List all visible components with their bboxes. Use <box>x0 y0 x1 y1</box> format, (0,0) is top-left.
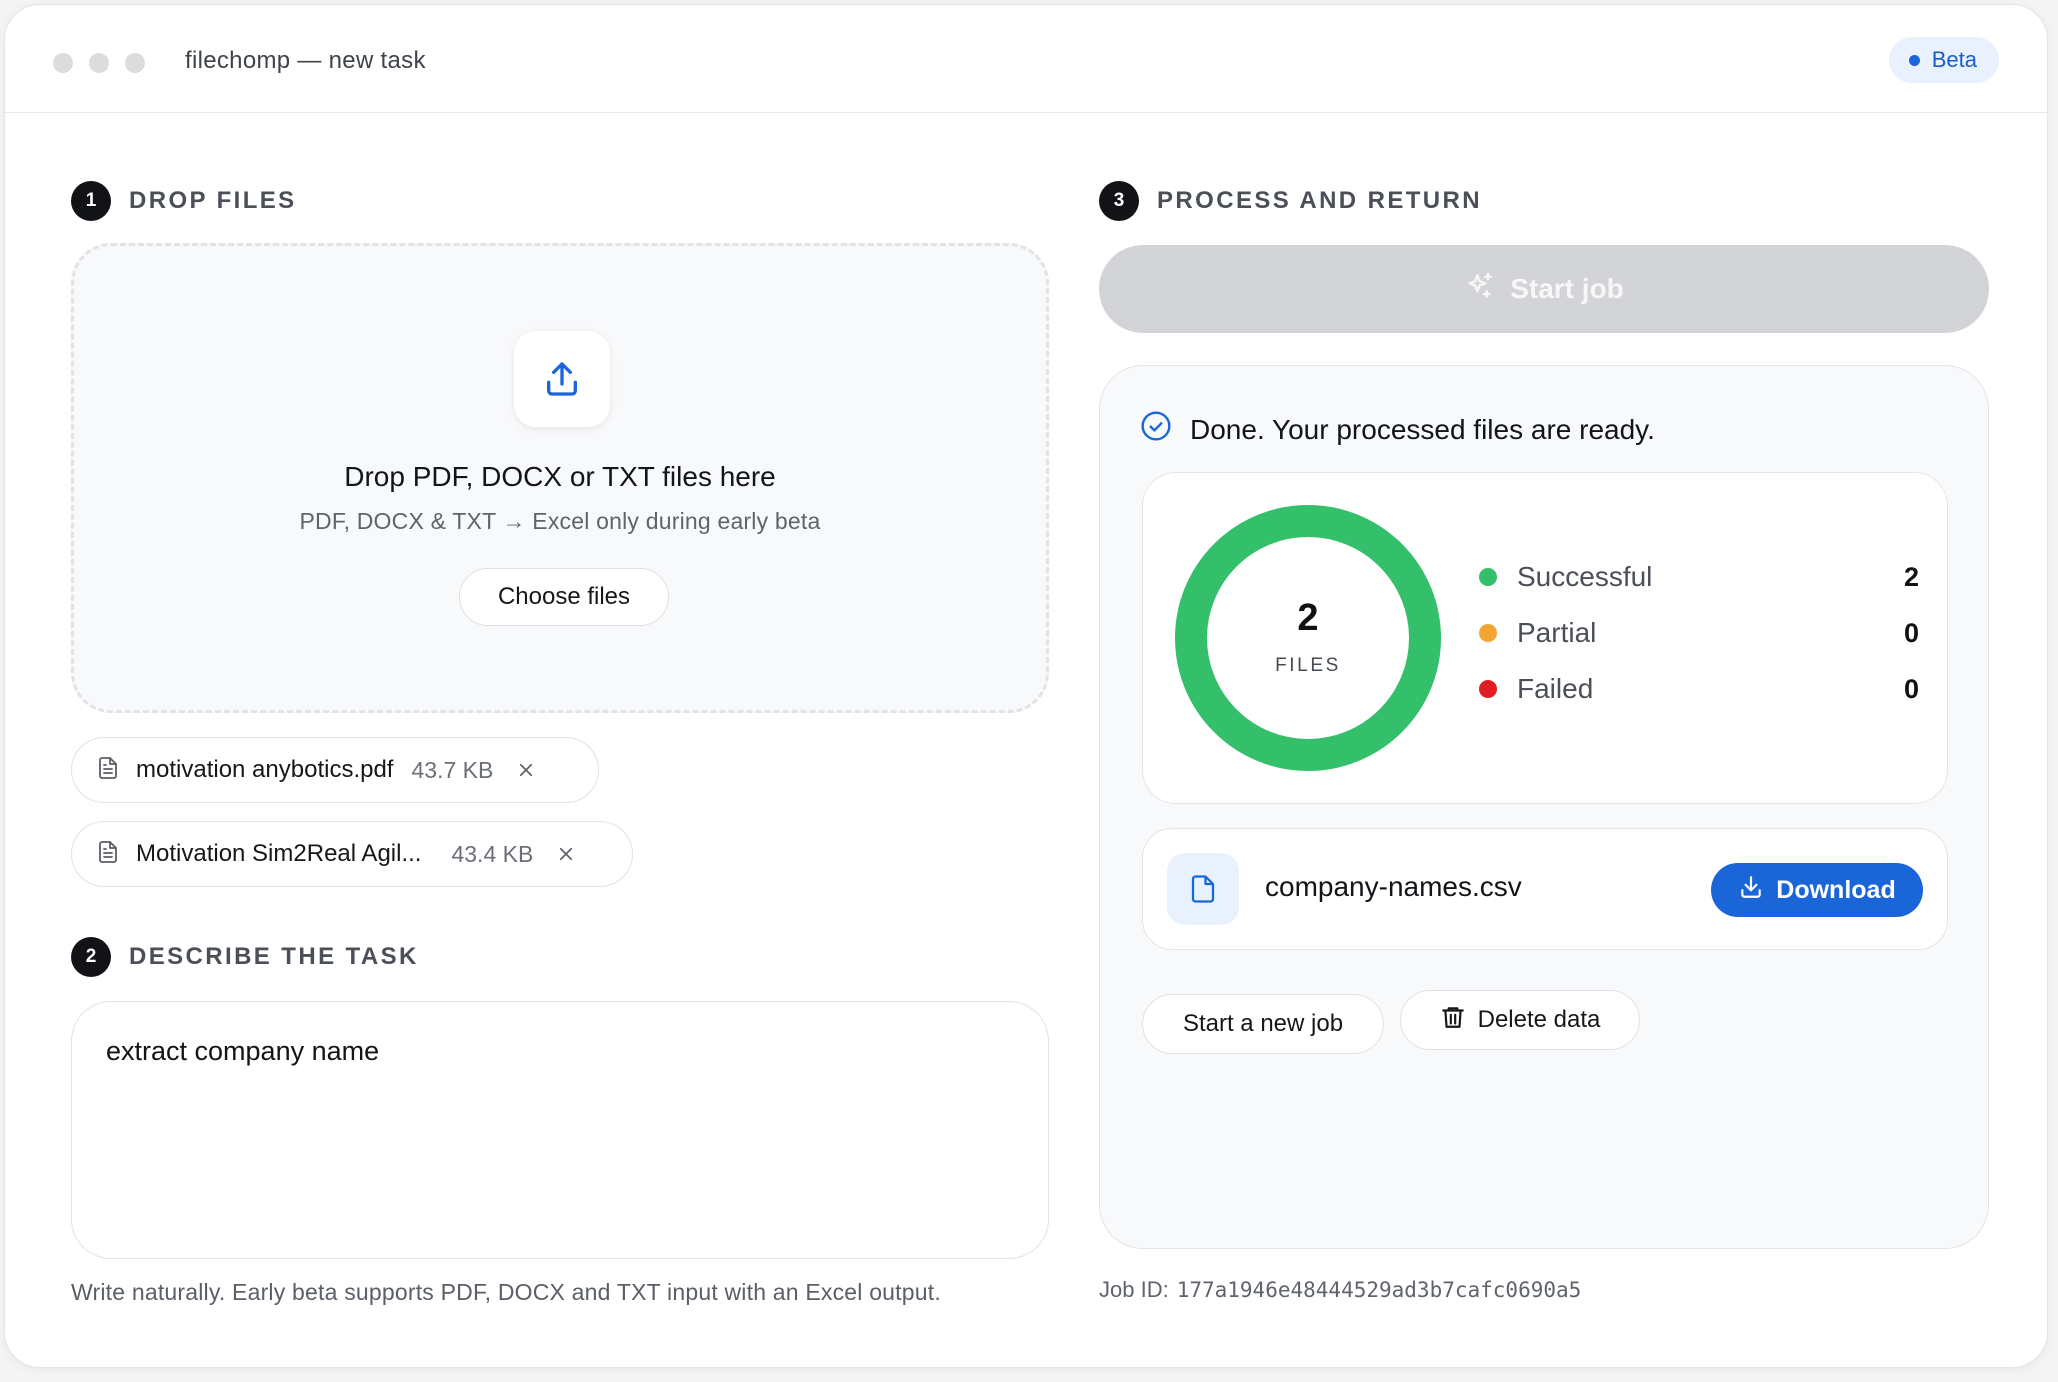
legend-label: Failed <box>1517 673 1594 704</box>
choose-files-button[interactable]: Choose files <box>459 568 669 626</box>
start-job-label: Start job <box>1510 273 1624 304</box>
legend-label: Partial <box>1517 617 1597 648</box>
sparkles-icon <box>1464 270 1496 309</box>
app-window: filechomp — new task Beta 1 DROP FILES D… <box>4 4 2048 1368</box>
file-dropzone[interactable]: Drop PDF, DOCX or TXT files here PDF, DO… <box>71 243 1049 713</box>
step-2-number: 2 <box>71 937 111 977</box>
upload-icon <box>514 331 610 427</box>
step-2-header: 2 DESCRIBE THE TASK <box>71 937 419 977</box>
start-job-button[interactable]: Start job <box>1099 245 1989 333</box>
file-icon <box>1167 853 1239 925</box>
beta-badge: Beta <box>1888 37 1999 83</box>
dropzone-title: Drop PDF, DOCX or TXT files here <box>344 461 776 492</box>
download-button[interactable]: Download <box>1711 863 1923 917</box>
legend-failed: Failed 0 <box>1479 673 1919 705</box>
job-id: Job ID: 177a1946e48444529ad3b7cafc0690a5 <box>1099 1277 1581 1303</box>
window-title: filechomp — new task <box>185 47 426 74</box>
donut-total-label: FILES <box>1275 655 1341 676</box>
step-3-header: 3 PROCESS AND RETURN <box>1099 181 1482 221</box>
check-circle-icon <box>1140 410 1172 449</box>
window-minimize-dot[interactable] <box>89 53 109 73</box>
file-name: Motivation Sim2Real Agil... <box>136 840 422 867</box>
legend-successful: Successful 2 <box>1479 561 1919 593</box>
window-close-dot[interactable] <box>53 53 73 73</box>
result-card: Done. Your processed files are ready. 2 … <box>1099 365 1989 1249</box>
legend-value: 0 <box>1903 617 1919 648</box>
job-id-label: Job ID: <box>1099 1277 1169 1302</box>
status-row: Done. Your processed files are ready. <box>1140 410 1655 449</box>
file-size: 43.7 KB <box>411 756 494 783</box>
file-chip: Motivation Sim2Real Agil... 43.4 KB <box>71 821 633 887</box>
donut-total: 2 <box>1297 597 1319 639</box>
beta-dot-icon <box>1908 54 1920 66</box>
beta-label: Beta <box>1931 47 1977 72</box>
partial-dot-icon <box>1479 624 1497 642</box>
task-description-input[interactable]: extract company name <box>71 1001 1049 1259</box>
window-zoom-dot[interactable] <box>125 53 145 73</box>
legend-partial: Partial 0 <box>1479 617 1919 649</box>
document-icon <box>96 755 120 786</box>
failed-dot-icon <box>1479 680 1497 698</box>
dropzone-subtitle: PDF, DOCX & TXT → Excel only during earl… <box>299 508 821 534</box>
step-1-label: DROP FILES <box>129 187 297 214</box>
start-new-job-button[interactable]: Start a new job <box>1142 994 1384 1054</box>
step-1-header: 1 DROP FILES <box>71 181 297 221</box>
remove-file-icon[interactable] <box>557 845 575 863</box>
file-size: 43.4 KB <box>451 840 534 867</box>
output-file-card: company-names.csv Download <box>1142 828 1948 950</box>
step-1-number: 1 <box>71 181 111 221</box>
summary-card: 2 FILES Successful 2 Partial 0 Failed 0 <box>1142 472 1948 804</box>
task-hint: Write naturally. Early beta supports PDF… <box>71 1279 941 1305</box>
legend-value: 2 <box>1903 561 1919 592</box>
document-icon <box>96 839 120 870</box>
success-dot-icon <box>1479 568 1497 586</box>
step-2-label: DESCRIBE THE TASK <box>129 943 419 970</box>
file-name: motivation anybotics.pdf <box>136 756 394 783</box>
delete-data-label: Delete data <box>1477 1006 1601 1033</box>
legend-value: 0 <box>1903 673 1919 704</box>
file-chip: motivation anybotics.pdf 43.7 KB <box>71 737 599 803</box>
trash-icon <box>1440 1004 1466 1037</box>
output-file-name: company-names.csv <box>1265 871 1522 902</box>
title-bar: filechomp — new task Beta <box>5 5 2047 113</box>
legend-label: Successful <box>1517 561 1653 592</box>
remove-file-icon[interactable] <box>517 761 535 779</box>
step-3-label: PROCESS AND RETURN <box>1157 187 1483 214</box>
job-id-value: 177a1946e48444529ad3b7cafc0690a5 <box>1176 1278 1582 1302</box>
status-text: Done. Your processed files are ready. <box>1190 413 1655 445</box>
step-3-number: 3 <box>1099 181 1139 221</box>
delete-data-button[interactable]: Delete data <box>1400 990 1640 1050</box>
download-label: Download <box>1776 875 1896 904</box>
download-icon <box>1738 874 1764 907</box>
